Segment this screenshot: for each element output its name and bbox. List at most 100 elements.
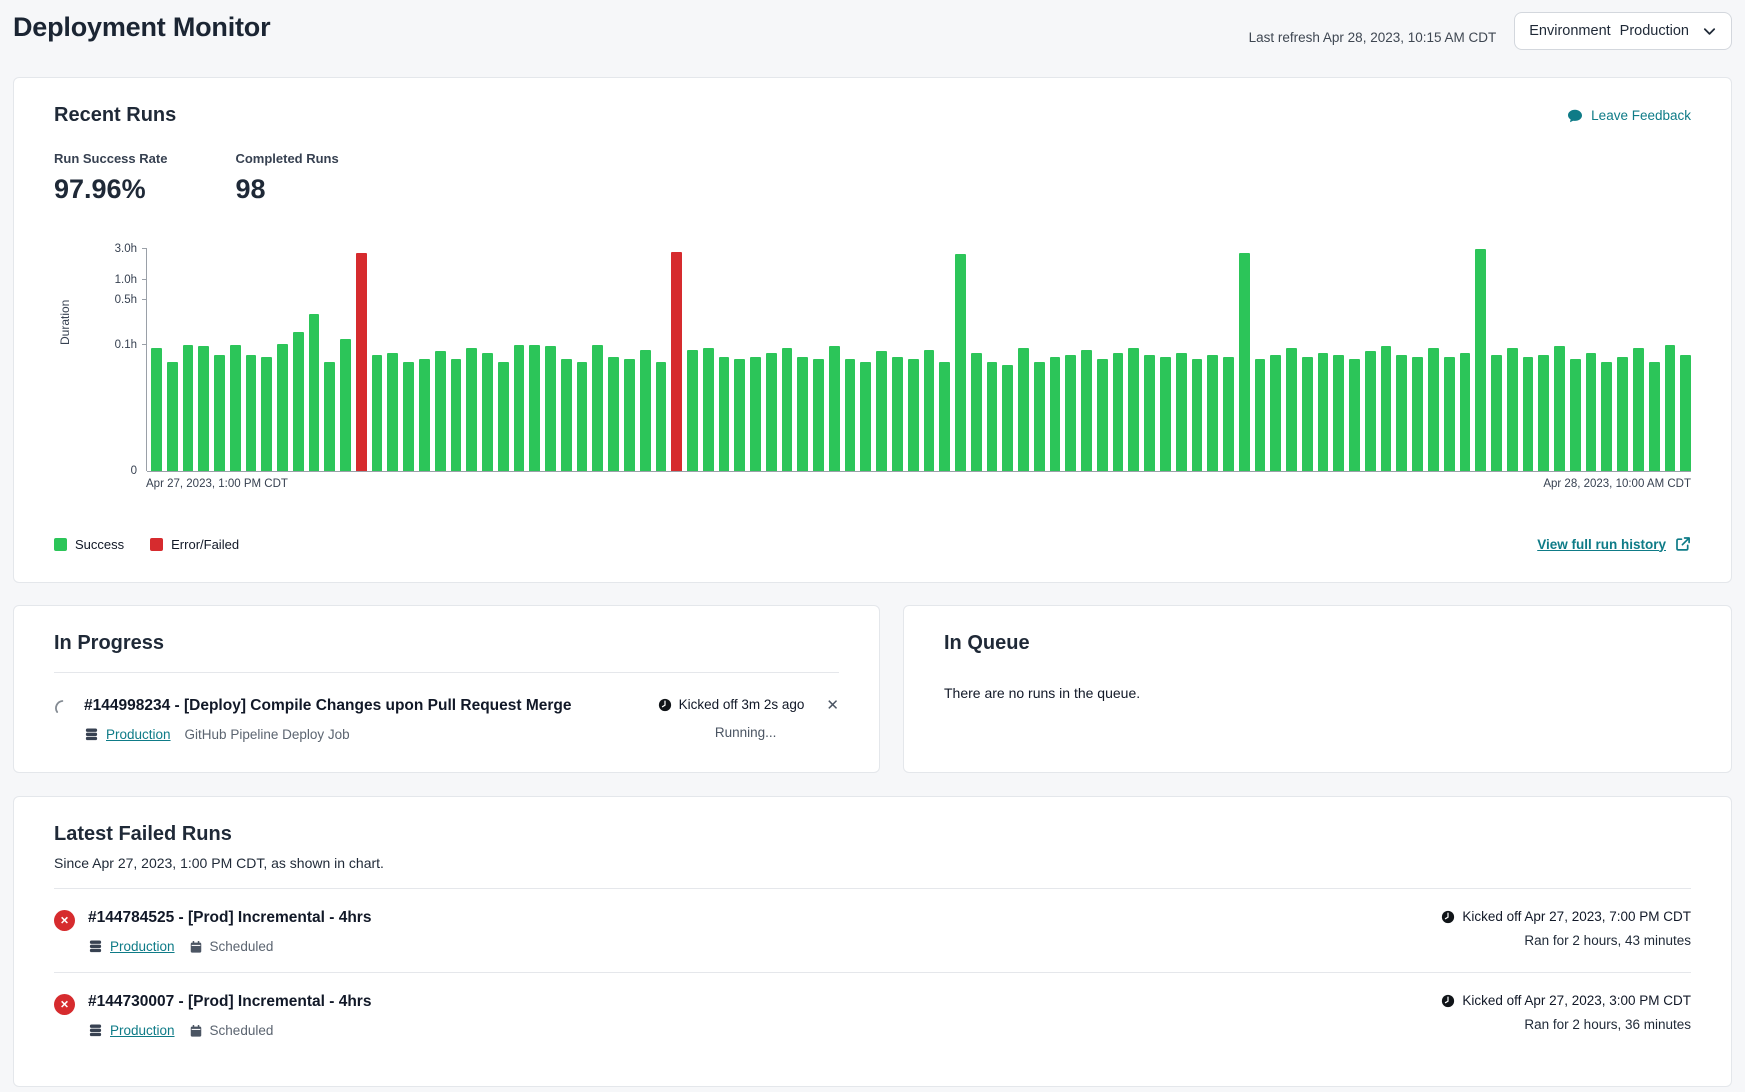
chart-bar[interactable]	[860, 362, 871, 471]
chart-bar[interactable]	[1002, 365, 1013, 471]
chart-bar[interactable]	[451, 359, 462, 471]
chart-bar[interactable]	[1460, 353, 1471, 471]
chart-bar[interactable]	[1633, 348, 1644, 471]
chart-bar[interactable]	[498, 362, 509, 471]
chart-bar[interactable]	[1050, 357, 1061, 471]
chart-bar[interactable]	[1128, 348, 1139, 471]
chart-bar[interactable]	[624, 359, 635, 471]
chart-bar[interactable]	[1318, 353, 1329, 471]
chart-bar[interactable]	[435, 351, 446, 471]
chart-bar[interactable]	[1680, 355, 1691, 471]
chart-bar[interactable]	[1081, 350, 1092, 471]
chart-bar[interactable]	[151, 348, 162, 471]
chart-bar[interactable]	[656, 362, 667, 471]
environment-dropdown[interactable]: Environment Production	[1514, 12, 1732, 50]
chart-bar[interactable]	[1097, 359, 1108, 471]
chart-bar[interactable]	[372, 355, 383, 471]
chart-bar[interactable]	[845, 359, 856, 471]
production-link[interactable]: Production	[110, 1023, 175, 1038]
chart-bar[interactable]	[230, 345, 241, 471]
chart-bar[interactable]	[734, 359, 745, 471]
chart-bar[interactable]	[356, 253, 367, 471]
chart-bar[interactable]	[829, 346, 840, 471]
chart-bar[interactable]	[1113, 353, 1124, 471]
chart-bar[interactable]	[987, 362, 998, 471]
chart-bar[interactable]	[167, 362, 178, 471]
chart-bar[interactable]	[1207, 355, 1218, 471]
chart-bar[interactable]	[1270, 355, 1281, 471]
chart-bar[interactable]	[640, 350, 651, 471]
chart-bar[interactable]	[277, 344, 288, 471]
view-full-run-history-link[interactable]: View full run history	[1537, 536, 1691, 552]
chart-bar[interactable]	[1349, 359, 1360, 471]
chart-bar[interactable]	[1160, 357, 1171, 471]
chart-bar[interactable]	[214, 355, 225, 471]
chart-bar[interactable]	[1412, 357, 1423, 471]
chart-bar[interactable]	[592, 345, 603, 471]
chart-bar[interactable]	[1176, 353, 1187, 471]
chart-bar[interactable]	[340, 339, 351, 471]
chart-bar[interactable]	[876, 351, 887, 471]
chart-bar[interactable]	[293, 332, 304, 471]
chart-bar[interactable]	[1034, 362, 1045, 471]
leave-feedback-link[interactable]: Leave Feedback	[1567, 108, 1691, 124]
chart-bar[interactable]	[466, 348, 477, 471]
chart-bar[interactable]	[1554, 346, 1565, 471]
chart-bar[interactable]	[971, 353, 982, 471]
chart-bar[interactable]	[703, 348, 714, 471]
chart-bar[interactable]	[1018, 348, 1029, 471]
chart-bar[interactable]	[482, 353, 493, 471]
chart-bar[interactable]	[1428, 348, 1439, 471]
chart-bar[interactable]	[782, 348, 793, 471]
chart-bar[interactable]	[924, 350, 935, 471]
chart-bar[interactable]	[1586, 353, 1597, 471]
chart-bar[interactable]	[545, 346, 556, 471]
chart-bar[interactable]	[198, 346, 209, 471]
chart-bar[interactable]	[1302, 357, 1313, 471]
chart-bar[interactable]	[1617, 357, 1628, 471]
chart-bar[interactable]	[1601, 362, 1612, 471]
production-link[interactable]: Production	[106, 727, 171, 742]
chart-bar[interactable]	[577, 362, 588, 471]
chart-bar[interactable]	[1381, 346, 1392, 471]
chart-bar[interactable]	[1570, 359, 1581, 471]
chart-bar[interactable]	[719, 357, 730, 471]
chart-bar[interactable]	[1649, 362, 1660, 471]
chart-bar[interactable]	[766, 353, 777, 471]
chart-bar[interactable]	[1286, 348, 1297, 471]
chart-bar[interactable]	[1144, 355, 1155, 471]
chart-bar[interactable]	[403, 362, 414, 471]
chart-bar[interactable]	[1192, 359, 1203, 471]
chart-bar[interactable]	[1665, 345, 1676, 471]
chart-bar[interactable]	[387, 353, 398, 471]
chart-bar[interactable]	[1523, 357, 1534, 471]
chart-bar[interactable]	[561, 359, 572, 471]
chart-bar[interactable]	[671, 252, 682, 471]
chart-bar[interactable]	[183, 345, 194, 471]
chart-bar[interactable]	[1396, 355, 1407, 471]
chart-bar[interactable]	[324, 362, 335, 471]
chart-bar[interactable]	[261, 357, 272, 471]
chart-bar[interactable]	[514, 345, 525, 471]
chart-bar[interactable]	[1223, 357, 1234, 471]
chart-bar[interactable]	[1491, 355, 1502, 471]
chart-bar[interactable]	[1239, 253, 1250, 471]
chart-bar[interactable]	[813, 359, 824, 471]
chart-bar[interactable]	[939, 362, 950, 471]
chart-bar[interactable]	[419, 359, 430, 471]
production-link[interactable]: Production	[110, 939, 175, 954]
chart-bar[interactable]	[908, 359, 919, 471]
chart-bar[interactable]	[1065, 355, 1076, 471]
chart-bar[interactable]	[955, 254, 966, 471]
chart-bar[interactable]	[1475, 249, 1486, 471]
chart-bar[interactable]	[687, 350, 698, 471]
chart-bar[interactable]	[529, 345, 540, 471]
chart-bar[interactable]	[750, 357, 761, 471]
chart-bar[interactable]	[1538, 355, 1549, 471]
chart-bar[interactable]	[1333, 355, 1344, 471]
chart-bar[interactable]	[608, 357, 619, 471]
chart-bar[interactable]	[1365, 351, 1376, 471]
chart-bar[interactable]	[797, 357, 808, 471]
chart-bar[interactable]	[246, 355, 257, 471]
chart-bar[interactable]	[1507, 348, 1518, 471]
